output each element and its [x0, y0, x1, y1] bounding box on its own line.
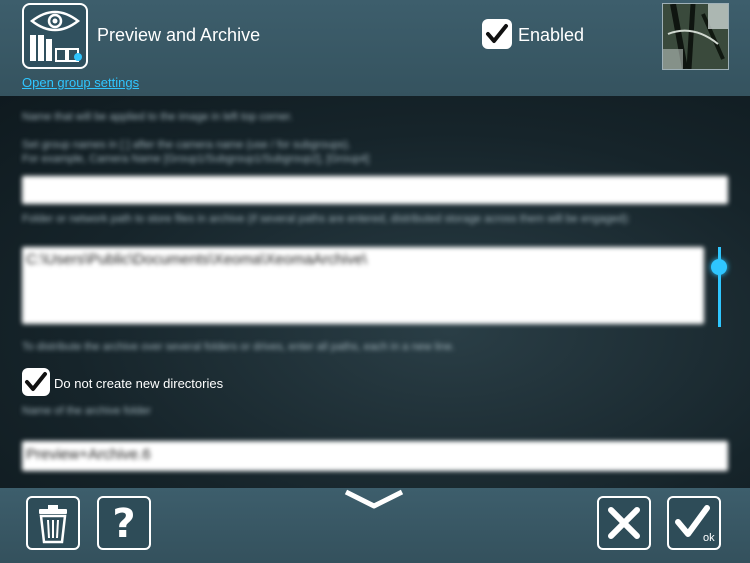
- footer-toolbar: ? ok: [0, 488, 750, 563]
- no-new-directories-label[interactable]: Do not create new directories: [54, 376, 223, 391]
- distribute-hint: To distribute the archive over several f…: [22, 341, 455, 353]
- close-icon: [608, 507, 640, 539]
- ok-button[interactable]: ok: [667, 496, 721, 550]
- enabled-checkbox[interactable]: [482, 19, 512, 49]
- archive-path-value: C:\Users\Public\Documents\Xeoma\XeomaArc…: [26, 251, 367, 268]
- no-new-directories-checkbox[interactable]: [22, 368, 50, 396]
- paths-scrollbar-thumb[interactable]: [711, 259, 727, 275]
- chevron-down-icon[interactable]: [344, 488, 404, 512]
- name-hint: Name that will be applied to the image i…: [22, 111, 293, 123]
- module-title: Preview and Archive: [97, 25, 261, 45]
- delete-module-button[interactable]: [26, 496, 80, 550]
- archive-path-hint: Folder or network path to store files in…: [22, 213, 631, 225]
- archive-name-hint: Name of the archive folder: [22, 405, 152, 417]
- archive-name-input[interactable]: Preview+Archive.6: [22, 441, 728, 471]
- checkmark-icon: [486, 24, 508, 43]
- archive-path-textarea[interactable]: C:\Users\Public\Documents\Xeoma\XeomaArc…: [22, 247, 704, 324]
- trash-icon: [39, 505, 67, 544]
- cancel-button[interactable]: [597, 496, 651, 550]
- help-button[interactable]: ?: [97, 496, 151, 550]
- checkmark-icon: [25, 372, 47, 391]
- group-hint-line-2: For example, Camera Name [Group1/Subgrou…: [22, 153, 370, 165]
- archive-name-value: Preview+Archive.6: [26, 446, 151, 463]
- settings-form: Name that will be applied to the image i…: [0, 96, 750, 488]
- group-hint-line-1: Set group names in [ ] after the camera …: [22, 139, 351, 151]
- camera-name-input[interactable]: [22, 176, 728, 204]
- open-group-settings-link[interactable]: Open group settings: [22, 75, 139, 90]
- question-icon: ?: [112, 501, 136, 547]
- camera-preview-thumbnail[interactable]: [662, 3, 729, 70]
- eye-archive-icon: [22, 3, 88, 69]
- ok-label: ok: [703, 532, 715, 544]
- enabled-label[interactable]: Enabled: [518, 25, 584, 46]
- module-header: Preview and Archive Enabled Open group s…: [0, 0, 750, 96]
